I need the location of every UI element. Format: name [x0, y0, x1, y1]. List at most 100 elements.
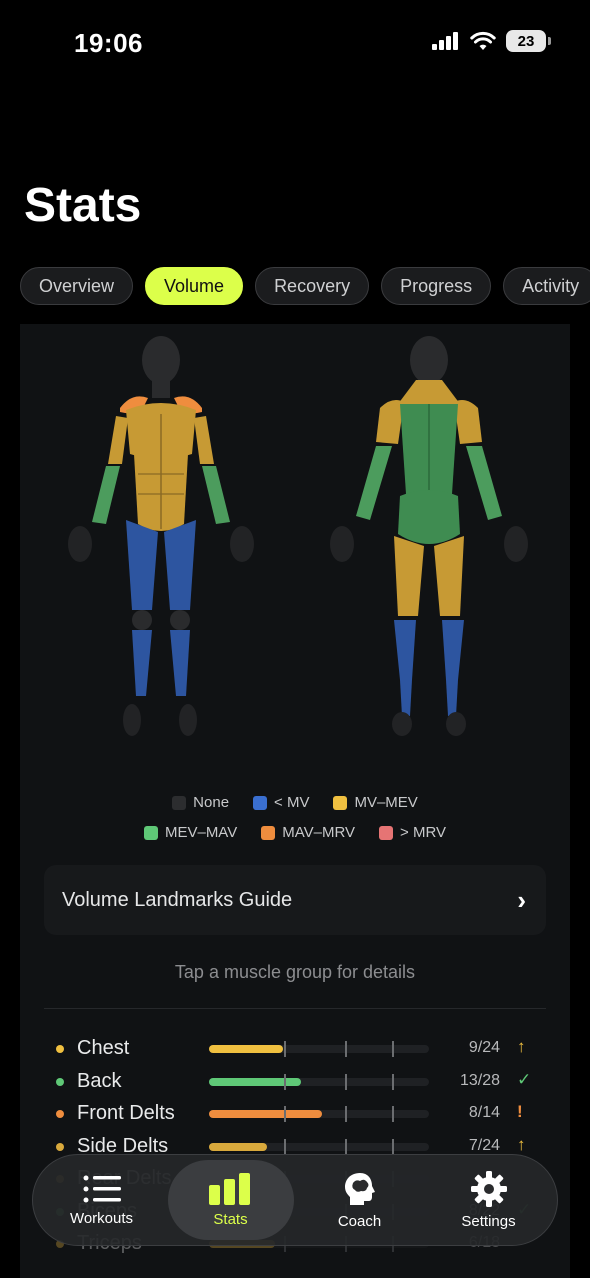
- status-dot: [56, 1110, 64, 1118]
- rear-delt-right[interactable]: [454, 400, 482, 444]
- tabbar-coach[interactable]: Coach: [297, 1160, 423, 1240]
- quad-right[interactable]: [164, 520, 196, 610]
- legend-swatch: [379, 825, 394, 840]
- forearm-right[interactable]: [202, 466, 230, 524]
- wifi-icon: [470, 31, 496, 50]
- status-indicator-icon: ↑: [517, 1037, 526, 1056]
- status-time: 19:06: [74, 28, 143, 58]
- back-body-figure: [330, 336, 528, 736]
- legend-item-mev-mav: MEV–MAV: [143, 824, 237, 841]
- legend-item-below-mv: < MV: [253, 794, 309, 811]
- volume-bar: [209, 1073, 429, 1090]
- segment-tabs: Overview Volume Recovery Progress Activi…: [20, 267, 590, 307]
- status-bar: 19:06 23: [0, 0, 590, 90]
- status-dot: [56, 1045, 64, 1053]
- hamstring-right[interactable]: [434, 536, 464, 616]
- neck-front[interactable]: [152, 380, 170, 398]
- legend-swatch: [143, 825, 158, 840]
- rear-delt-left[interactable]: [376, 400, 404, 444]
- volume-bar-fill: [209, 1077, 301, 1086]
- divider: [44, 1008, 546, 1009]
- traps-muscle[interactable]: [398, 380, 460, 404]
- legend-swatch: [172, 795, 187, 810]
- glutes-muscle[interactable]: [398, 490, 460, 544]
- signal-icon: [432, 32, 458, 50]
- muscle-sets-value: 9/24: [468, 1039, 500, 1056]
- landmark-tick: [345, 1041, 347, 1057]
- side-delt-right[interactable]: [194, 416, 214, 464]
- hand-left: [68, 526, 92, 562]
- muscle-row[interactable]: Back 13/28 ✓: [20, 1069, 570, 1102]
- volume-bar-fill: [209, 1045, 283, 1053]
- bottom-tab-bar: Workouts Stats Coach Settings: [32, 1154, 558, 1246]
- legend-item-above-mrv: > MRV: [379, 824, 446, 841]
- forearm-back-left[interactable]: [356, 446, 392, 520]
- landmark-tick: [284, 1106, 286, 1122]
- shin-left[interactable]: [132, 630, 152, 696]
- landmark-tick: [392, 1138, 394, 1155]
- side-delt-left[interactable]: [108, 416, 128, 464]
- tabbar-label: Settings: [461, 1212, 516, 1230]
- muscle-map: [68, 336, 528, 736]
- calf-left[interactable]: [394, 620, 416, 680]
- muscle-name: Chest: [77, 1037, 130, 1059]
- muscle-name: Front Delts: [77, 1102, 175, 1124]
- muscle-sets-value: 13/28: [459, 1071, 500, 1089]
- volume-bar: [209, 1041, 429, 1057]
- volume-bar: [209, 1106, 429, 1122]
- hamstring-left[interactable]: [394, 536, 424, 616]
- status-icons: 23: [432, 30, 551, 52]
- volume-landmarks-guide-button[interactable]: Volume Landmarks Guide ›: [44, 865, 546, 935]
- gear-icon: [470, 1170, 507, 1207]
- forearm-left[interactable]: [92, 466, 120, 524]
- tabbar-settings[interactable]: Settings: [426, 1160, 552, 1240]
- tab-overview[interactable]: Overview: [20, 267, 134, 305]
- landmark-tick: [392, 1041, 394, 1057]
- landmark-tick: [392, 1106, 394, 1122]
- tab-activity[interactable]: Activity: [503, 267, 590, 305]
- muscle-sets-value: 8/14: [468, 1104, 500, 1121]
- legend-row-1: None < MV MV–MEV: [20, 794, 570, 811]
- tab-progress[interactable]: Progress: [381, 267, 492, 305]
- calf-right[interactable]: [442, 620, 464, 680]
- status-dot: [56, 1142, 64, 1151]
- muscle-row[interactable]: Front Delts 8/14!: [20, 1101, 570, 1134]
- status-indicator-icon: !: [517, 1102, 523, 1121]
- tabbar-workouts[interactable]: Workouts: [39, 1160, 165, 1240]
- tabbar-label: Workouts: [69, 1209, 134, 1227]
- page-title: Stats: [24, 179, 142, 232]
- landmark-tick: [284, 1041, 286, 1057]
- front-body-figure: [68, 336, 254, 736]
- battery-indicator: 23: [506, 30, 551, 52]
- muscle-row[interactable]: Chest 9/24 ↑: [20, 1036, 570, 1069]
- muscle-name: Back: [77, 1069, 122, 1092]
- shin-right[interactable]: [170, 630, 190, 696]
- legend-item-mav-mrv: MAV–MRV: [261, 824, 355, 841]
- status-indicator-icon: ✓: [517, 1069, 532, 1089]
- head-back[interactable]: [410, 336, 448, 384]
- landmark-tick: [345, 1138, 347, 1155]
- tabbar-stats[interactable]: Stats: [167, 1160, 294, 1240]
- status-dot: [56, 1077, 64, 1086]
- tabbar-label: Stats: [213, 1210, 248, 1228]
- landmark-tick: [392, 1073, 394, 1090]
- legend-swatch: [261, 825, 276, 840]
- landmark-tick: [345, 1073, 347, 1090]
- hand-right: [230, 526, 254, 562]
- tap-hint: Tap a muscle group for details: [174, 962, 416, 982]
- tabbar-label: Coach: [337, 1212, 382, 1230]
- brain-head-icon: [344, 1172, 375, 1205]
- guide-label: Volume Landmarks Guide: [62, 888, 293, 911]
- forearm-back-right[interactable]: [466, 446, 502, 520]
- volume-card: None < MV MV–MEV MEV–MAV MAV–MRV > MRV V…: [20, 324, 570, 1278]
- tab-volume[interactable]: Volume: [145, 267, 244, 305]
- legend-swatch: [333, 795, 348, 810]
- muscle-sets-value: 7/24: [468, 1136, 500, 1154]
- tab-recovery[interactable]: Recovery: [255, 267, 370, 305]
- legend-item-mv-mev: MV–MEV: [333, 794, 418, 811]
- chevron-right-icon: ›: [517, 884, 526, 915]
- quad-left[interactable]: [126, 520, 158, 610]
- legend-row-2: MEV–MAV MAV–MRV > MRV: [20, 824, 570, 841]
- legend-item-none: None: [172, 794, 229, 811]
- head-front[interactable]: [142, 336, 180, 384]
